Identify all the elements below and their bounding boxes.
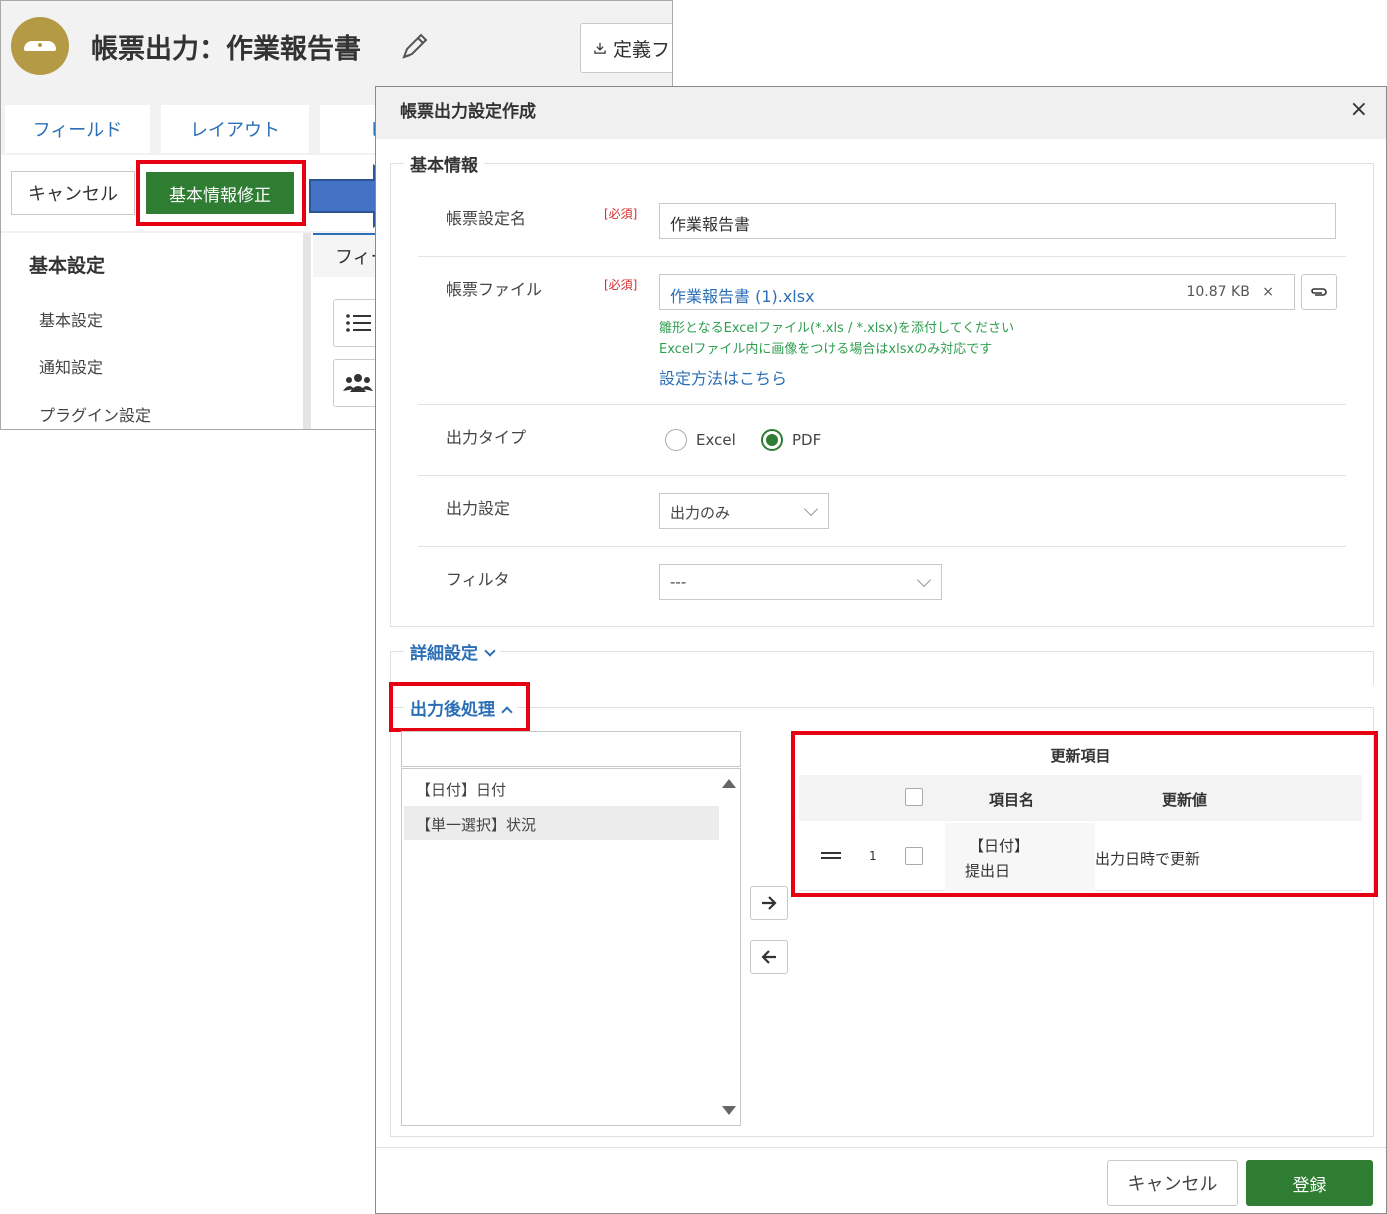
report-file-label: 帳票ファイル (446, 280, 543, 299)
list-item[interactable]: 【日付】日付 (404, 771, 719, 805)
chevron-down-icon (484, 645, 496, 657)
dialog-header: 帳票出力設定作成 × (376, 87, 1386, 139)
radio-pdf-label[interactable]: PDF (792, 431, 821, 449)
scroll-down-icon[interactable] (722, 1106, 736, 1115)
basic-info-legend: 基本情報 (404, 151, 484, 176)
report-name-label: 帳票設定名 (446, 209, 527, 228)
side-item-notify[interactable]: 通知設定 (39, 354, 103, 378)
row-divider (418, 256, 1346, 257)
list-item[interactable]: 【単一選択】状況 (404, 806, 719, 840)
help-link[interactable]: 設定方法はこちら (659, 365, 787, 389)
definition-button-label: 定義ファ (612, 38, 672, 61)
highlight-edit-button (136, 160, 306, 226)
move-left-button[interactable] (750, 940, 788, 974)
tab-layout[interactable]: レイアウト (161, 105, 309, 153)
pencil-icon[interactable] (398, 29, 432, 63)
row-divider (418, 475, 1346, 476)
dialog-cancel-button[interactable]: キャンセル (1107, 1160, 1238, 1206)
file-hint-2: Excelファイル内に画像をつける場合はxlsxのみ対応です (659, 342, 993, 357)
cancel-button[interactable]: キャンセル (11, 171, 135, 215)
filter-select[interactable]: --- (659, 564, 942, 600)
output-setting-value: 出力のみ (670, 504, 731, 522)
attach-button[interactable] (1301, 274, 1337, 310)
report-output-settings-dialog: 帳票出力設定作成 × 基本情報 帳票設定名 [必須] 作業報告書 帳票ファイル … (375, 86, 1387, 1214)
row-divider (418, 546, 1346, 547)
settings-side-menu: 基本設定 基本設定 通知設定 プラグイン設定 (1, 233, 303, 429)
radio-pdf[interactable] (761, 429, 783, 451)
paperclip-icon (1311, 288, 1327, 296)
chevron-down-icon (803, 501, 819, 517)
field-list[interactable]: 【日付】日付 【単一選択】状況 (401, 768, 741, 1126)
report-name-input[interactable]: 作業報告書 (659, 203, 1336, 239)
field-search-input[interactable] (401, 731, 741, 767)
app-logo-icon (11, 17, 69, 75)
chevron-down-icon (916, 572, 932, 588)
report-file-field[interactable]: 作業報告書 (1).xlsx 10.87 KB × (659, 274, 1295, 310)
scroll-up-icon[interactable] (722, 779, 736, 788)
close-icon[interactable]: × (1350, 97, 1368, 122)
detail-section (390, 651, 1374, 685)
required-badge: [必須] (604, 278, 638, 292)
register-button[interactable]: 登録 (1246, 1160, 1373, 1206)
move-right-button[interactable] (750, 886, 788, 920)
file-size-value: 10.87 KB (1186, 284, 1250, 300)
app-header: 帳票出力：作業報告書 定義ファ (1, 1, 672, 93)
detail-settings-toggle[interactable]: 詳細設定 (404, 639, 500, 664)
file-hint-1: 雛形となるExcelファイル(*.xls / *.xlsx)を添付してください (659, 321, 1015, 336)
filter-value: --- (670, 573, 687, 591)
footer-divider (376, 1147, 1386, 1148)
download-icon (594, 42, 606, 54)
file-size: 10.87 KB × (1186, 284, 1274, 300)
highlight-post-output (389, 682, 530, 732)
row-divider (418, 404, 1346, 405)
remove-file-icon[interactable]: × (1262, 284, 1274, 300)
pane-divider[interactable] (303, 233, 311, 429)
filter-label: フィルタ (446, 570, 510, 589)
detail-settings-label: 詳細設定 (410, 644, 478, 664)
arrow-right-icon (762, 896, 777, 910)
side-item-basic[interactable]: 基本設定 (39, 307, 103, 331)
page-title: 帳票出力：作業報告書 (91, 34, 361, 65)
side-item-plugin[interactable]: プラグイン設定 (39, 402, 151, 426)
arrow-left-icon (761, 950, 776, 964)
file-name-link[interactable]: 作業報告書 (1).xlsx (670, 283, 815, 307)
dialog-title: 帳票出力設定作成 (400, 102, 536, 122)
highlight-update-table (791, 731, 1378, 897)
required-badge: [必須] (604, 207, 638, 221)
radio-excel[interactable] (665, 429, 687, 451)
output-setting-label: 出力設定 (446, 499, 511, 518)
radio-excel-label[interactable]: Excel (696, 431, 736, 449)
definition-download-button[interactable]: 定義ファ (580, 23, 672, 73)
output-setting-select[interactable]: 出力のみ (659, 493, 829, 529)
side-menu-title: 基本設定 (29, 255, 106, 277)
tab-field[interactable]: フィールド (5, 105, 150, 153)
output-type-label: 出力タイプ (446, 428, 527, 447)
